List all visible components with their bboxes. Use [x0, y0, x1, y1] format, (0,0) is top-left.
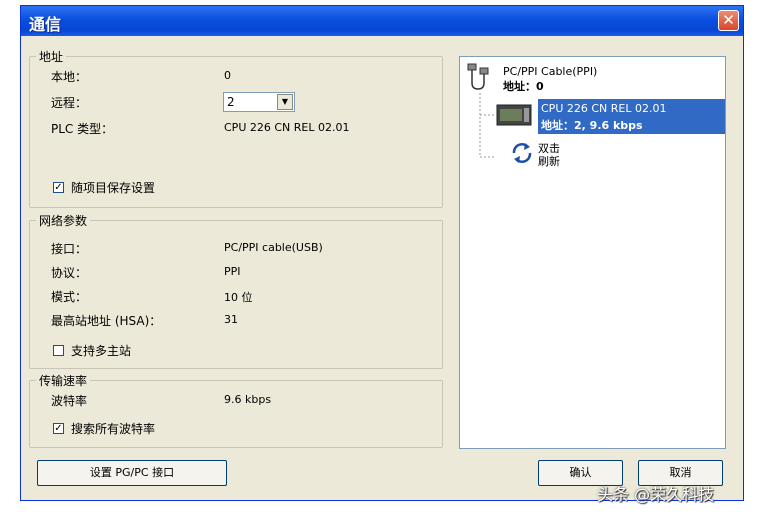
mode-label: 模式：: [51, 290, 88, 304]
remote-address-select[interactable]: 2 ▼: [223, 92, 295, 112]
search-all-baud-checkbox[interactable]: ✓: [53, 423, 64, 434]
refresh-icon: [512, 143, 532, 163]
network-tree-view[interactable]: PC/PPI Cable(PPI) 地址：0 CPU 226 CN REL 02…: [459, 56, 726, 449]
close-button[interactable]: ✕: [718, 10, 739, 31]
hsa-label: 最高站地址 (HSA)：: [51, 314, 162, 328]
communication-dialog: 通信 ✕ 地址 本地： 0 远程： 2 ▼ PLC 类型： CPU 226 CN…: [20, 5, 744, 501]
plc-type-label: PLC 类型：: [51, 122, 114, 136]
baud-rate-value: 9.6 kbps: [224, 393, 272, 406]
save-settings-label: 随项目保存设置: [71, 181, 156, 195]
baud-rate-label: 波特率: [51, 394, 88, 408]
watermark-text: 头条 @荣久科技: [597, 485, 715, 504]
local-label: 本地：: [51, 70, 88, 84]
mode-value: 10 位: [224, 291, 253, 304]
set-pgpc-interface-button[interactable]: 设置 PG/PC 接口: [37, 460, 227, 486]
cpu-name: CPU 226 CN REL 02.01: [541, 102, 667, 115]
remote-address-value: 2: [227, 95, 235, 109]
transmission-rate-legend: 传输速率: [39, 374, 88, 388]
title-bar[interactable]: 通信 ✕: [21, 6, 743, 36]
cable-address: 地址：0: [503, 80, 544, 93]
local-value: 0: [224, 69, 231, 82]
network-params-legend: 网络参数: [39, 214, 88, 228]
interface-label: 接口：: [51, 242, 88, 256]
dialog-title: 通信: [29, 15, 62, 34]
multimaster-label: 支持多主站: [71, 344, 132, 358]
remote-label: 远程：: [51, 96, 88, 110]
cpu-address: 地址：2, 9.6 kbps: [541, 119, 643, 132]
protocol-value: PPI: [224, 265, 241, 278]
cpu-node-selected[interactable]: CPU 226 CN REL 02.01 地址：2, 9.6 kbps: [538, 99, 725, 134]
save-settings-checkbox[interactable]: ✓: [53, 182, 64, 193]
pc-ppi-cable-icon: [467, 63, 489, 90]
refresh-label-2[interactable]: 刷新: [538, 153, 560, 169]
search-all-baud-label: 搜索所有波特率: [71, 422, 156, 436]
cable-name[interactable]: PC/PPI Cable(PPI): [503, 65, 597, 78]
hsa-value: 31: [224, 313, 238, 326]
address-legend: 地址: [39, 50, 64, 64]
interface-value: PC/PPI cable(USB): [224, 241, 323, 254]
plc-cpu-icon: [496, 104, 532, 126]
protocol-label: 协议：: [51, 266, 88, 280]
plc-type-value: CPU 226 CN REL 02.01: [224, 121, 350, 134]
chevron-down-icon[interactable]: ▼: [277, 94, 293, 110]
multimaster-checkbox[interactable]: [53, 345, 64, 356]
